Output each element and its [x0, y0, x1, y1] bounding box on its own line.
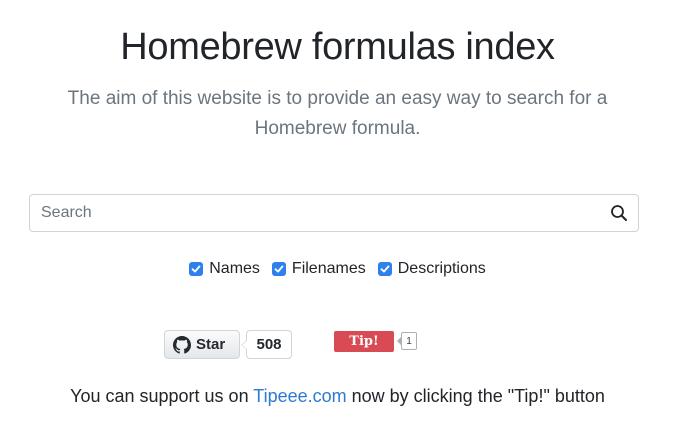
- tipeee-link[interactable]: Tipeee.com: [253, 386, 346, 406]
- names-checkbox[interactable]: [189, 262, 204, 276]
- filter-descriptions[interactable]: Descriptions: [377, 260, 486, 278]
- github-star-button[interactable]: Star: [164, 330, 240, 359]
- tip-count: 1: [397, 332, 417, 350]
- search-input[interactable]: [30, 195, 590, 231]
- page-subtitle: The aim of this website is to provide an…: [67, 88, 608, 139]
- search-icon[interactable]: [610, 204, 628, 222]
- search-filters: Names Filenames Descriptions: [0, 260, 675, 278]
- descriptions-checkbox[interactable]: [377, 262, 392, 276]
- check-icon: [191, 265, 201, 273]
- support-suffix: now by clicking the "Tip!" button: [346, 386, 605, 406]
- github-star-label: Star: [196, 336, 226, 353]
- tip-button[interactable]: Tip!: [334, 331, 394, 352]
- filter-label-descriptions: Descriptions: [397, 260, 486, 277]
- filter-label-names: Names: [209, 260, 260, 277]
- page: Homebrew formulas index The aim of this …: [0, 0, 675, 438]
- search-box: [29, 194, 639, 232]
- filter-names[interactable]: Names: [189, 260, 260, 278]
- page-title: Homebrew formulas index: [120, 26, 555, 68]
- github-icon: [173, 335, 191, 354]
- check-icon: [274, 265, 284, 273]
- github-star-count[interactable]: 508: [241, 330, 292, 359]
- filter-filenames[interactable]: Filenames: [271, 260, 366, 278]
- support-prefix: You can support us on: [70, 386, 254, 406]
- support-text: You can support us on Tipeee.com now by …: [0, 386, 675, 407]
- filenames-checkbox[interactable]: [271, 262, 286, 276]
- check-icon: [380, 265, 390, 273]
- filter-label-filenames: Filenames: [291, 260, 366, 277]
